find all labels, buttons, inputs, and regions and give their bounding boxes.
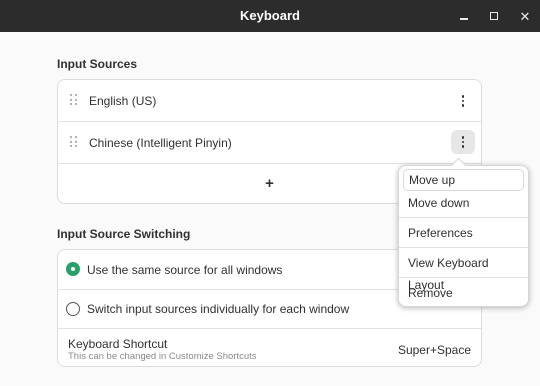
input-source-label: Chinese (Intelligent Pinyin) (89, 135, 232, 150)
maximize-button[interactable] (484, 6, 504, 26)
radio-label: Switch input sources individually for ea… (87, 302, 350, 316)
drag-handle-icon[interactable] (70, 136, 78, 148)
input-sources-heading: Input Sources (57, 57, 138, 71)
input-source-menu-button[interactable] (451, 89, 475, 113)
maximize-icon (490, 12, 498, 20)
keyboard-shortcut-subtitle: This can be changed in Customize Shortcu… (68, 351, 257, 362)
title-bar: Keyboard ✕ (0, 0, 540, 32)
menu-item-move-up[interactable]: Move up (403, 169, 524, 191)
menu-item-remove[interactable]: Remove (403, 282, 524, 304)
close-icon: ✕ (519, 8, 531, 24)
keyboard-shortcut-title: Keyboard Shortcut (68, 337, 168, 351)
radio-individual-source[interactable] (66, 302, 80, 316)
minimize-button[interactable] (454, 6, 474, 26)
input-source-label: English (US) (89, 93, 157, 108)
keyboard-shortcut-row[interactable]: Keyboard Shortcut This can be changed in… (58, 329, 481, 368)
radio-label: Use the same source for all windows (87, 262, 283, 277)
menu-separator (399, 217, 528, 218)
menu-item-move-down[interactable]: Move down (403, 192, 524, 214)
drag-handle-icon[interactable] (70, 94, 78, 106)
input-source-row-chinese[interactable]: Chinese (Intelligent Pinyin) (58, 122, 481, 163)
input-source-row-english[interactable]: English (US) (58, 80, 481, 121)
menu-separator (399, 277, 528, 278)
menu-item-view-keyboard-layout[interactable]: View Keyboard Layout (403, 252, 524, 292)
input-source-menu-button-active[interactable] (451, 130, 475, 154)
menu-item-preferences[interactable]: Preferences (403, 222, 524, 244)
input-source-context-menu: Move up Move down Preferences View Keybo… (398, 157, 529, 307)
input-source-switching-heading: Input Source Switching (57, 227, 191, 241)
menu-separator (399, 247, 528, 248)
close-button[interactable]: ✕ (515, 6, 535, 26)
minimize-icon (460, 18, 468, 20)
radio-same-source[interactable] (66, 262, 80, 276)
keyboard-shortcut-value: Super+Space (397, 343, 471, 357)
